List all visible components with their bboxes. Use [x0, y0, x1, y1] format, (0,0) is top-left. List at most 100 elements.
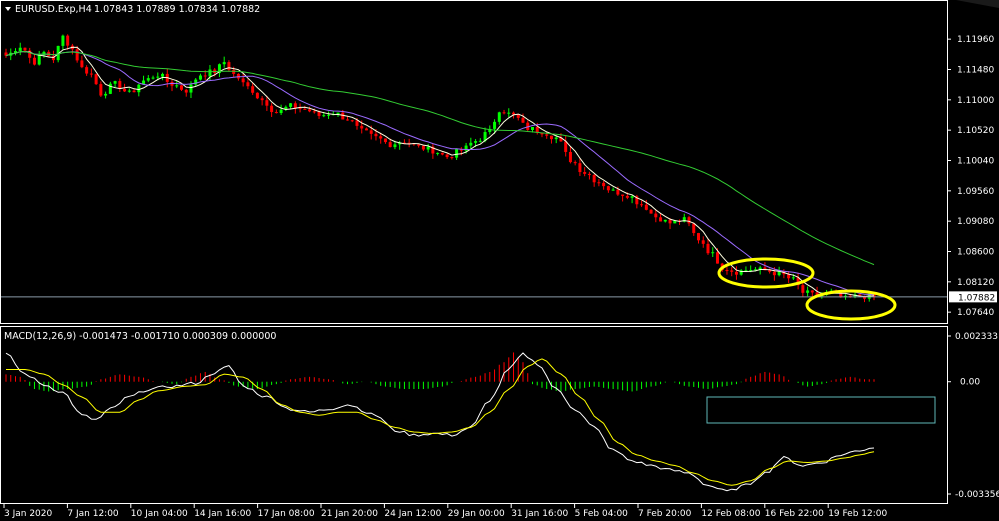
- candle-body: [32, 57, 36, 65]
- candle-body: [113, 81, 117, 84]
- candle-body: [697, 233, 701, 241]
- candle-body: [630, 196, 634, 198]
- candle-body: [132, 90, 136, 93]
- candle-body: [312, 111, 316, 113]
- candle-body: [568, 151, 572, 163]
- candle-body: [383, 138, 387, 143]
- candle-body: [711, 252, 715, 254]
- candle-body: [80, 60, 84, 68]
- candle-body: [317, 111, 321, 116]
- time-tick-label: 19 Feb 12:00: [828, 509, 887, 519]
- candle-body: [303, 108, 307, 110]
- candle-body: [18, 47, 22, 52]
- candle-body: [369, 130, 373, 134]
- time-tick-label: 29 Jan 00:00: [448, 509, 505, 519]
- candle-body: [379, 136, 383, 139]
- candle-body: [573, 162, 577, 164]
- candle-body: [179, 85, 183, 90]
- candle-body: [322, 115, 326, 117]
- macd-tick-label: 0.00: [960, 378, 980, 388]
- candle-body: [232, 69, 236, 74]
- candle-body: [308, 109, 312, 112]
- time-tick-label: 14 Jan 16:00: [194, 509, 251, 519]
- chart-header: EURUSD.Exp,H4 1.07843 1.07889 1.07834 1.…: [5, 4, 260, 15]
- candle-body: [23, 47, 27, 51]
- candle-body: [663, 219, 667, 222]
- candle-body: [208, 69, 212, 77]
- candle-body: [602, 182, 606, 187]
- candle-body: [417, 144, 421, 146]
- candle-body: [198, 75, 202, 80]
- candle-body: [545, 134, 549, 136]
- candle-body: [388, 142, 392, 148]
- candle-body: [421, 145, 425, 150]
- candle-body: [644, 204, 648, 210]
- candle-body: [497, 112, 501, 122]
- forex-chart[interactable]: 1.11960 1.11480 1.11000 1.10520 1.10040 1.095…: [0, 0, 999, 521]
- candle-body: [251, 86, 255, 93]
- candle-body: [236, 73, 240, 79]
- candle-body: [715, 252, 719, 264]
- candle-body: [772, 271, 776, 276]
- candle-body: [734, 271, 738, 275]
- ohlc-values: 1.07843 1.07889 1.07834 1.07882: [94, 4, 260, 15]
- candle-body: [649, 209, 653, 214]
- candle-body: [587, 173, 591, 176]
- candle-body: [659, 217, 663, 222]
- candle-body: [701, 240, 705, 244]
- candle-body: [274, 112, 278, 114]
- candle-body: [270, 105, 274, 113]
- time-tick-label: 7 Jan 12:00: [67, 509, 119, 519]
- time-tick-label: 21 Jan 20:00: [321, 509, 378, 519]
- candle-body: [203, 75, 207, 77]
- candle-body: [440, 152, 444, 155]
- macd-tick-label: -0.003356: [955, 490, 999, 500]
- candle-body: [730, 270, 734, 272]
- candle-body: [450, 157, 454, 159]
- current-price-box: 1.07882: [949, 291, 997, 303]
- candle-body: [260, 98, 264, 101]
- candle-body: [364, 128, 368, 131]
- candle-body: [341, 112, 345, 120]
- price-tick-label: 1.10040: [957, 156, 994, 166]
- macd-header: MACD(12,26,9) -0.001473 -0.001710 0.0003…: [4, 331, 276, 342]
- candle-body: [426, 146, 430, 150]
- candle-body: [611, 189, 615, 191]
- candle-body: [583, 172, 587, 174]
- symbol-label: EURUSD.Exp,H4: [15, 4, 92, 15]
- candle-body: [554, 137, 558, 140]
- candle-body: [493, 121, 497, 129]
- current-price-label: 1.07882: [958, 293, 995, 303]
- time-tick-label: 16 Feb 22:00: [765, 509, 824, 519]
- chart-background: [0, 0, 999, 521]
- candle-body: [507, 112, 511, 114]
- candle-body: [502, 112, 506, 114]
- candle-body: [146, 78, 150, 81]
- candle-body: [692, 223, 696, 234]
- candle-body: [521, 117, 525, 123]
- candle-body: [549, 135, 553, 140]
- candle-body: [810, 290, 814, 293]
- candle-body: [175, 85, 179, 87]
- candle-body: [474, 141, 478, 143]
- candle-body: [127, 90, 131, 92]
- candle-body: [327, 114, 331, 116]
- candle-body: [279, 109, 283, 114]
- candle-body: [37, 54, 41, 65]
- candle-body: [455, 148, 459, 158]
- price-tick-label: 1.10520: [957, 126, 994, 136]
- candle-body: [94, 74, 98, 85]
- time-tick-label: 10 Jan 04:00: [131, 509, 188, 519]
- candle-body: [478, 140, 482, 142]
- price-tick-label: 1.11480: [957, 65, 994, 75]
- candle-body: [346, 119, 350, 121]
- candle-body: [512, 112, 516, 115]
- candle-body: [597, 182, 601, 184]
- price-tick-label: 1.08120: [957, 278, 994, 288]
- time-tick-label: 5 Feb 04:00: [575, 509, 629, 519]
- candle-body: [104, 93, 108, 96]
- candle-body: [156, 76, 160, 78]
- price-tick-label: 1.11960: [957, 35, 994, 45]
- price-tick-label: 1.08600: [957, 247, 994, 257]
- candle-body: [108, 83, 112, 94]
